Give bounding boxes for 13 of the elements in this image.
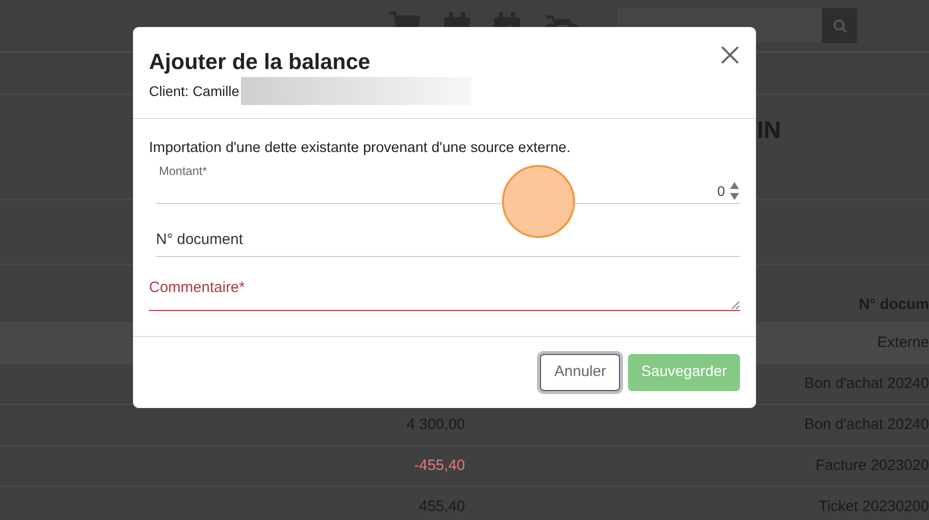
amount-cell: -455,40 [414,456,465,474]
spinner-icon[interactable] [729,181,740,202]
amount-field[interactable]: 0 [156,180,740,204]
client-label: Client: Camille [149,82,240,100]
cancel-button[interactable]: Annuler [540,354,620,391]
description-text: Importation d'une dette existante provenant d'une source externe. [149,139,572,158]
document-number-field[interactable]: N° document [156,224,740,257]
amount-label: Montant* [158,162,208,180]
close-button[interactable] [720,45,740,65]
close-icon [721,46,739,64]
dialog-title: Ajouter de la balance [149,48,370,76]
search-icon [832,18,846,32]
comment-field[interactable]: Commentaire* [149,276,740,311]
